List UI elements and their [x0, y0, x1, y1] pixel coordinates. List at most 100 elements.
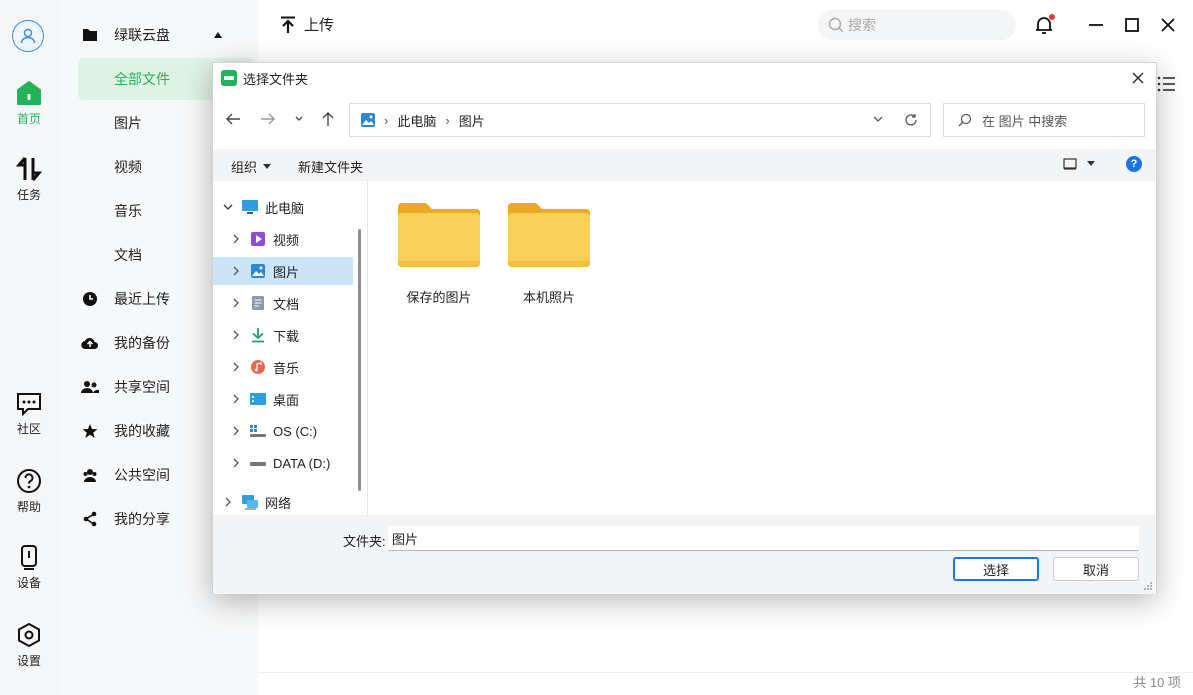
cloud-upload-icon — [81, 337, 98, 350]
select-label: 选择 — [982, 562, 1009, 578]
pictures-folder-icon — [361, 113, 375, 127]
back-button[interactable] — [221, 107, 245, 131]
tree-item-this-pc[interactable]: 此电脑 — [213, 193, 353, 221]
tree-item-label: 此电脑 — [265, 200, 305, 216]
tree-item-pictures[interactable]: 图片 — [213, 257, 353, 285]
minimize-button[interactable] — [1083, 12, 1109, 38]
forward-button[interactable] — [256, 107, 280, 131]
notification-button[interactable] — [1031, 12, 1057, 38]
dialog-close-button[interactable] — [1128, 68, 1148, 88]
maximize-button[interactable] — [1119, 12, 1145, 38]
rail-settings-label: 设置 — [16, 654, 41, 668]
resize-grip-icon[interactable] — [1143, 581, 1153, 591]
maximize-icon — [1125, 18, 1139, 32]
chevron-down-icon — [223, 204, 233, 210]
breadcrumb-pc[interactable]: 此电脑 — [397, 111, 436, 130]
navigation-tree: 此电脑 视频 图片 文档 下载 音乐 桌面 OS (C:) DATA (D:) … — [213, 181, 353, 515]
avatar[interactable] — [12, 20, 44, 52]
folder-local-photos[interactable]: 本机照片 — [494, 201, 604, 306]
pictures-folder-icon — [251, 264, 265, 278]
dialog-footer: 文件夹: 图片 选择 取消 — [213, 515, 1156, 594]
tree-item-documents[interactable]: 文档 — [213, 289, 353, 317]
arrow-left-icon — [226, 113, 240, 125]
upload-button[interactable]: 上传 — [280, 14, 334, 35]
tree-item-drive-c[interactable]: OS (C:) — [213, 417, 353, 445]
arrow-up-icon — [322, 112, 334, 126]
list-view-button[interactable] — [1156, 74, 1176, 97]
sidebar-item-label: 我的备份 — [114, 335, 170, 351]
select-button[interactable]: 选择 — [953, 557, 1039, 581]
search-icon — [828, 17, 844, 33]
recent-locations-button[interactable] — [287, 107, 311, 131]
sidebar-item-label: 我的分享 — [114, 511, 170, 527]
tree-item-label: 下载 — [273, 328, 300, 344]
tree-scrollbar[interactable] — [358, 229, 361, 491]
drive-d-icon — [250, 462, 266, 466]
sidebar-item-label: 最近上传 — [114, 291, 170, 307]
rail-device[interactable]: 设备 — [0, 544, 58, 591]
tree-item-label: 音乐 — [273, 360, 300, 376]
dialog-help-button[interactable]: ? — [1126, 156, 1142, 172]
cancel-button[interactable]: 取消 — [1053, 557, 1139, 581]
pane-divider[interactable] — [367, 181, 368, 515]
tree-item-network[interactable]: 网络 — [213, 488, 353, 516]
rail-help[interactable]: 帮助 — [0, 468, 58, 515]
dialog-title: 选择文件夹 — [243, 71, 309, 87]
video-folder-icon — [251, 232, 265, 246]
chevron-right-icon — [233, 426, 239, 436]
up-button[interactable] — [316, 107, 340, 131]
sidebar-cloud-drive[interactable]: 绿联云盘 — [78, 14, 254, 56]
settings-icon — [18, 622, 40, 648]
clock-icon — [83, 292, 97, 306]
caret-down-icon — [1087, 161, 1095, 166]
folder-search-placeholder: 在 图片 中搜索 — [982, 113, 1068, 129]
tree-item-desktop[interactable]: 桌面 — [213, 385, 353, 413]
new-folder-button[interactable]: 新建文件夹 — [298, 157, 363, 176]
sidebar-item-label: 公共空间 — [114, 467, 170, 483]
rail-community[interactable]: 社区 — [0, 392, 58, 437]
rail-community-label: 社区 — [16, 422, 41, 436]
folder-name-label: 文件夹: — [343, 534, 386, 549]
tree-item-label: DATA (D:) — [273, 455, 331, 471]
rail-tasks[interactable]: 任务 — [0, 156, 58, 203]
rail-home[interactable]: 首页 — [0, 80, 58, 127]
folder-saved-pictures[interactable]: 保存的图片 — [384, 201, 494, 306]
caret-down-icon — [263, 163, 272, 169]
view-options-button[interactable] — [1063, 158, 1095, 170]
network-icon — [242, 495, 258, 510]
caret-up-icon[interactable] — [214, 32, 222, 38]
chevron-down-icon[interactable] — [872, 113, 884, 125]
sidebar-item-label: 音乐 — [114, 203, 142, 219]
minimize-icon — [1089, 24, 1103, 26]
tree-item-videos[interactable]: 视频 — [213, 225, 353, 253]
refresh-icon[interactable] — [904, 113, 918, 127]
tree-item-label: OS (C:) — [273, 423, 318, 439]
tree-item-downloads[interactable]: 下载 — [213, 321, 353, 349]
folder-search-input[interactable]: 在 图片 中搜索 — [943, 103, 1145, 137]
breadcrumb-pictures[interactable]: 图片 — [459, 111, 485, 130]
device-icon — [21, 545, 37, 570]
new-folder-label: 新建文件夹 — [298, 160, 364, 175]
address-bar[interactable]: › 此电脑 › 图片 — [349, 103, 931, 137]
downloads-folder-icon — [252, 328, 264, 343]
desktop-folder-icon — [250, 393, 266, 405]
notification-dot — [1049, 14, 1055, 20]
folder-icon — [83, 29, 97, 41]
organize-label: 组织 — [231, 160, 258, 175]
rail-settings[interactable]: 设置 — [0, 622, 58, 669]
users-icon — [81, 381, 99, 393]
transfer-icon — [16, 157, 42, 181]
organize-button[interactable]: 组织 — [231, 157, 272, 176]
rail-help-label: 帮助 — [16, 500, 41, 514]
search-input[interactable]: 搜索 — [818, 10, 1016, 40]
list-view-icon — [1157, 76, 1175, 92]
group-icon — [83, 469, 97, 482]
item-count: 共 10 项 — [1133, 675, 1181, 690]
chevron-right-icon — [225, 497, 231, 507]
app-logo-icon — [221, 70, 237, 86]
tree-item-music[interactable]: 音乐 — [213, 353, 353, 381]
sidebar-cloud-label: 绿联云盘 — [114, 27, 170, 43]
folder-name-input[interactable]: 图片 — [388, 526, 1139, 551]
close-button[interactable] — [1155, 12, 1181, 38]
tree-item-drive-d[interactable]: DATA (D:) — [213, 449, 353, 477]
